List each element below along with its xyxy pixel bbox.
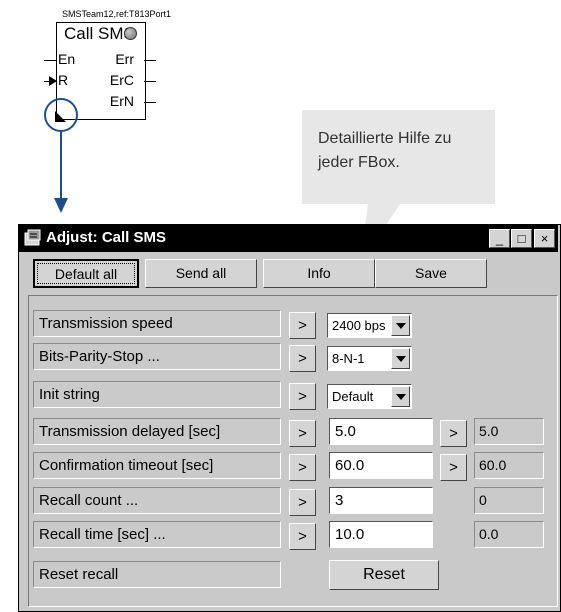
transmission-delayed-current: 5.0 [474,418,544,445]
close-button[interactable]: × [534,229,555,248]
pin-err-label: Err [115,51,134,67]
param-label-reset-recall: Reset recall [33,561,281,588]
callout-text: Detaillierte Hilfe zu jeder FBox. [318,130,452,171]
transmission-delayed-input[interactable]: 5.0 [329,418,433,445]
pin-en-label: En [58,51,76,67]
minimize-button[interactable]: _ [489,229,510,248]
default-all-button[interactable]: Default all [33,259,139,288]
init-string-select[interactable]: Default [327,384,412,409]
fbox-reference: SMSTeam12,ref:T813Port1 [62,9,172,19]
param-label-recall-count: Recall count ... [33,487,281,514]
recall-time-input[interactable]: 10.0 [329,521,433,548]
recall-count-current: 0 [474,487,544,514]
param-send-button-bits-parity-stop[interactable]: > [289,345,316,372]
param-send-button-confirmation-timeout[interactable]: > [289,454,316,481]
pin-en-line [44,60,57,61]
param-label-bits-parity-stop: Bits-Parity-Stop ... [33,343,281,370]
window-title: Adjust: Call SMS [46,229,167,246]
param-label-transmission-delayed: Transmission delayed [sec] [33,418,281,445]
reset-button[interactable]: Reset [329,560,439,590]
status-led-icon [124,27,137,40]
param-label-transmission-speed: Transmission speed [33,310,281,337]
bits-parity-stop-select[interactable]: 8-N-1 [327,346,412,371]
pin-err-line [144,60,156,61]
param-label-init-string: Init string [33,381,281,408]
confirmation-timeout-input[interactable]: 60.0 [329,452,433,479]
window-app-icon [24,229,41,246]
pin-ern-label: ErN [109,93,134,109]
param-send-button-transmission-delayed[interactable]: > [289,420,316,447]
chevron-down-icon[interactable] [391,315,410,336]
chevron-down-icon[interactable] [391,386,410,407]
bits-parity-stop-value: 8-N-1 [332,351,365,366]
info-button[interactable]: Info [263,259,375,288]
pin-r-arrow-icon [49,76,57,86]
pin-r-label: R [58,72,69,88]
pin-ern-line [144,102,156,103]
save-button[interactable]: Save [375,259,487,288]
pin-erc-label: ErC [109,72,134,88]
help-pointer-icon [44,98,78,213]
param-send-button-transmission-speed[interactable]: > [289,312,316,339]
recall-count-input[interactable]: 3 [329,487,433,514]
transmission-speed-value: 2400 bps [332,318,386,333]
transmission-speed-select[interactable]: 2400 bps [327,313,412,338]
maximize-button[interactable]: □ [511,229,532,248]
param-send-button-init-string[interactable]: > [289,383,316,410]
init-string-value: Default [332,389,374,404]
param-label-confirmation-timeout: Confirmation timeout [sec] [33,452,281,479]
param-label-recall-time: Recall time [sec] ... [33,521,281,548]
apply-button-transmission-delayed[interactable]: > [440,420,467,447]
apply-button-confirmation-timeout[interactable]: > [440,454,467,481]
send-all-button[interactable]: Send all [145,259,257,288]
param-send-button-recall-count[interactable]: > [289,489,316,516]
param-send-button-recall-time[interactable]: > [289,523,316,550]
recall-time-current: 0.0 [474,521,544,548]
pin-erc-line [144,81,156,82]
confirmation-timeout-current: 60.0 [474,452,544,479]
chevron-down-icon[interactable] [391,348,410,369]
